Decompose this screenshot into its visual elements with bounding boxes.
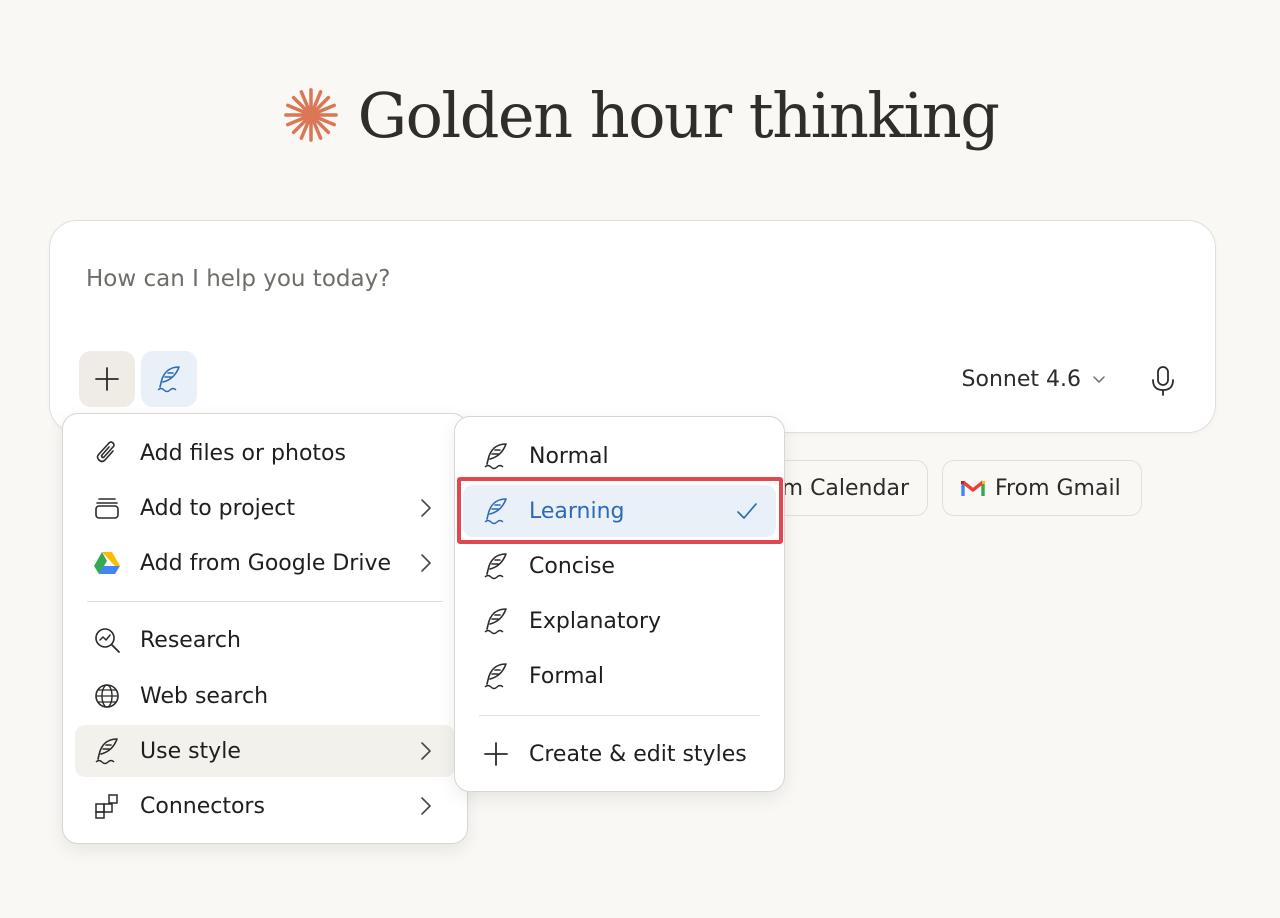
menu-item-label: Web search	[140, 683, 269, 709]
menu-item-connectors[interactable]: Connectors	[75, 780, 455, 832]
chevron-down-icon	[1093, 376, 1105, 383]
model-selector[interactable]: Sonnet 4.6	[962, 363, 1107, 395]
style-option-normal[interactable]: Normal	[463, 430, 776, 482]
chip-label: From Gmail	[995, 475, 1121, 501]
menu-divider	[87, 601, 443, 602]
greeting-title: Golden hour thinking	[357, 78, 1000, 152]
menu-item-label: Add files or photos	[140, 440, 346, 466]
prompt-composer: Sonnet 4.6	[49, 220, 1216, 433]
plus-icon	[95, 367, 119, 391]
app-page: Golden hour thinking Sonnet 4.6	[0, 0, 1280, 918]
style-option-label: Concise	[529, 553, 615, 579]
menu-divider	[479, 715, 760, 716]
chevron-right-icon	[421, 499, 431, 517]
style-option-formal[interactable]: Formal	[463, 650, 776, 702]
active-style-button[interactable]	[141, 351, 197, 407]
menu-item-add-files[interactable]: Add files or photos	[75, 427, 455, 479]
chip-label: m Calendar	[781, 475, 909, 501]
plus-icon	[481, 739, 511, 769]
prompt-input[interactable]	[86, 261, 986, 297]
quill-icon	[157, 366, 180, 393]
connectors-icon	[92, 791, 122, 821]
checkmark-icon	[737, 503, 757, 519]
quill-icon	[92, 736, 122, 766]
menu-item-web-search[interactable]: Web search	[75, 670, 455, 722]
quill-icon	[481, 661, 511, 691]
chevron-right-icon	[421, 797, 431, 815]
microphone-icon	[1152, 366, 1174, 396]
sparkle-icon	[283, 88, 338, 142]
style-option-label: Explanatory	[529, 608, 662, 634]
quill-icon	[481, 441, 511, 471]
menu-item-use-style[interactable]: Use style	[75, 725, 455, 777]
menu-item-label: Research	[140, 627, 241, 653]
microphone-button[interactable]	[1139, 357, 1187, 405]
add-content-button[interactable]	[79, 351, 135, 407]
menu-item-label: Use style	[140, 738, 241, 764]
attach-menu: Add files or photos Add to project Add f…	[62, 413, 468, 844]
quill-icon	[481, 606, 511, 636]
from-gmail-chip[interactable]: From Gmail	[942, 460, 1142, 516]
style-option-label: Formal	[529, 663, 605, 689]
create-edit-styles-label: Create & edit styles	[529, 741, 747, 767]
research-icon	[92, 625, 122, 655]
chevron-right-icon	[421, 742, 431, 760]
project-stack-icon	[92, 493, 122, 523]
quill-icon	[481, 551, 511, 581]
create-edit-styles-button[interactable]: Create & edit styles	[463, 728, 776, 780]
style-option-concise[interactable]: Concise	[463, 540, 776, 592]
style-submenu: Normal Learning Concise Explanatory Form…	[454, 416, 785, 792]
menu-item-research[interactable]: Research	[75, 614, 455, 666]
quill-icon	[481, 496, 511, 526]
google-drive-icon	[92, 548, 122, 578]
style-option-explanatory[interactable]: Explanatory	[463, 595, 776, 647]
chevron-right-icon	[421, 554, 431, 572]
globe-icon	[92, 681, 122, 711]
menu-item-google-drive[interactable]: Add from Google Drive	[75, 537, 455, 589]
style-option-learning[interactable]: Learning	[463, 485, 776, 537]
menu-item-add-to-project[interactable]: Add to project	[75, 482, 455, 534]
style-option-label: Learning	[529, 498, 625, 524]
menu-item-label: Add to project	[140, 495, 296, 521]
greeting-header: Golden hour thinking	[0, 70, 1280, 160]
menu-item-label: Connectors	[140, 793, 265, 819]
style-option-label: Normal	[529, 443, 609, 469]
model-name: Sonnet 4.6	[961, 366, 1081, 392]
gmail-icon	[961, 480, 985, 496]
menu-item-label: Add from Google Drive	[140, 550, 392, 576]
paperclip-icon	[92, 438, 122, 468]
